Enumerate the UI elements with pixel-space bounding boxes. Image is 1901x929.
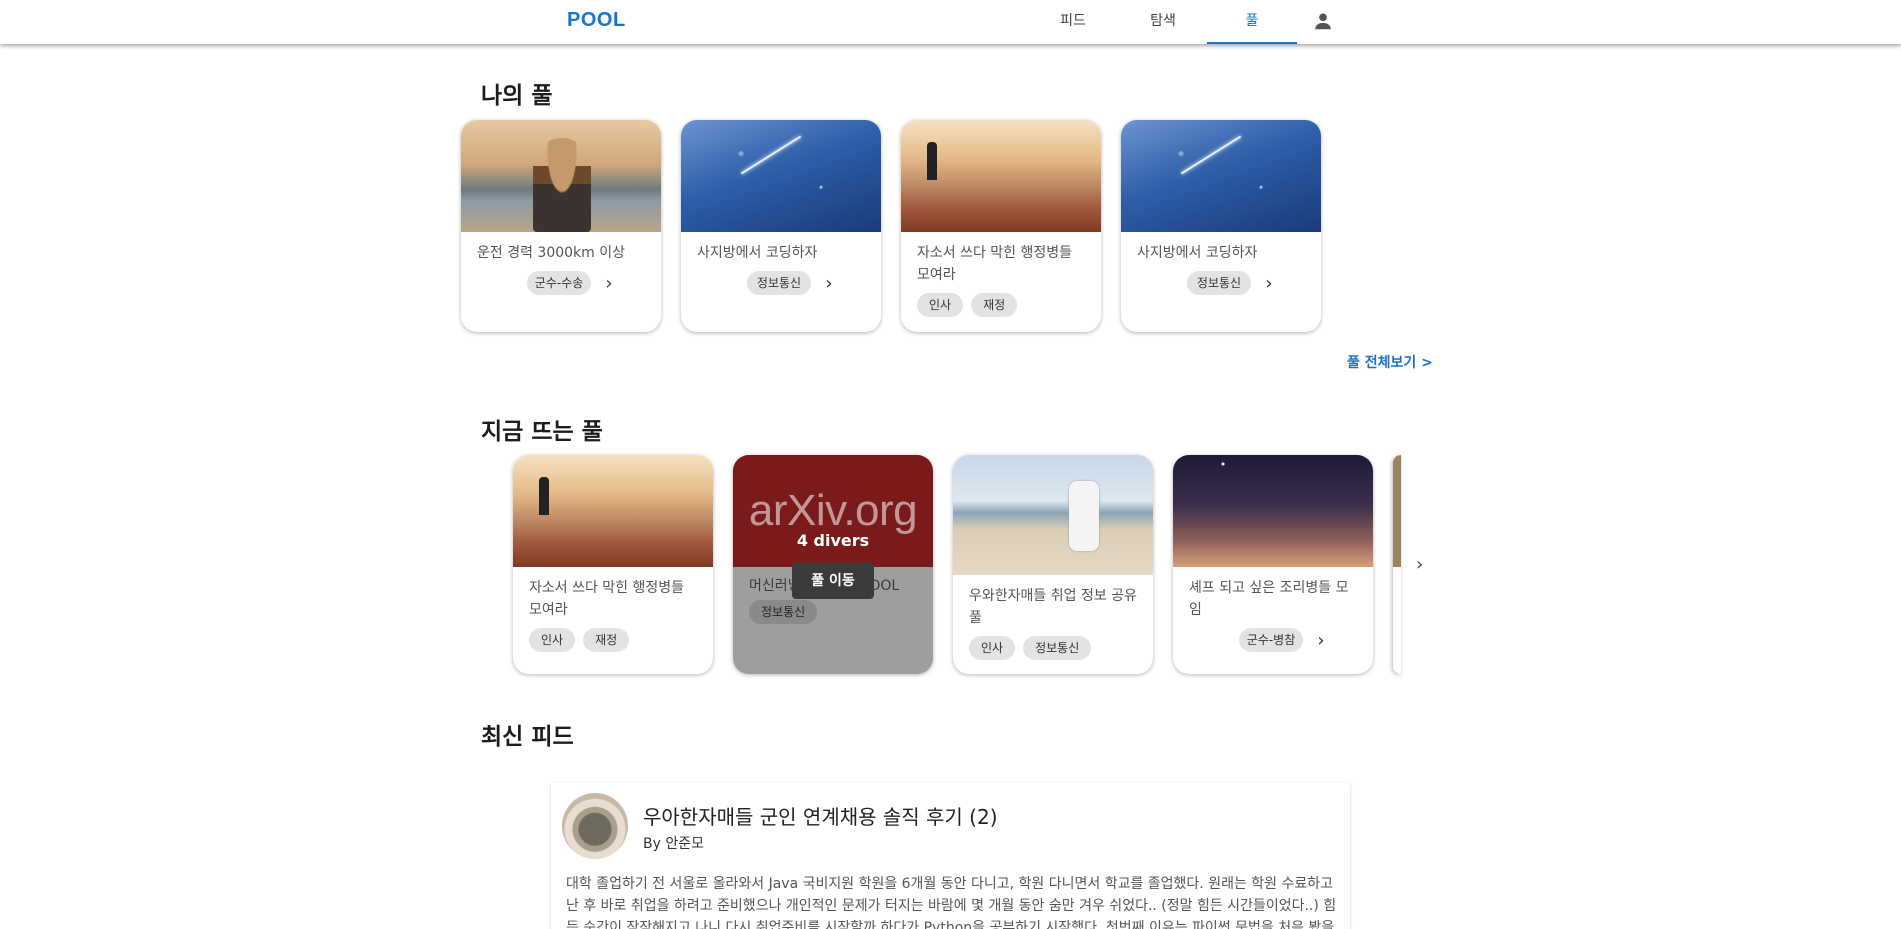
tag-chip: 군수-병참 bbox=[1239, 628, 1303, 652]
chevron-right-icon[interactable]: › bbox=[1311, 630, 1331, 651]
pool-tags: 인사 재정 bbox=[513, 627, 713, 653]
tag-chip: 정보통신 bbox=[1187, 271, 1251, 295]
tag-chip: 인사 bbox=[917, 293, 964, 317]
post-author: By 안준모 bbox=[643, 836, 704, 852]
pool-tags: 정보통신 bbox=[733, 599, 933, 625]
trending-pool-card-hovered[interactable]: arXiv.org 머신러닝 공부하는 POOL 정보통신 4 divers 풀… bbox=[733, 455, 933, 674]
tag-chip: 인사 bbox=[529, 628, 576, 652]
trending-pool-card[interactable]: 우와한자매들 취업 정보 공유 풀 인사 정보통신 bbox=[953, 455, 1153, 674]
pool-thumbnail bbox=[1121, 120, 1321, 232]
tag-chip: 정보통신 bbox=[749, 600, 818, 624]
latest-feed-heading: 최신 피드 bbox=[481, 724, 574, 750]
trending-pool-card[interactable]: 셰프 되고 싶은 조리병들 모임 군수-병참 › bbox=[1173, 455, 1373, 674]
pool-title: 자소서 쓰다 막힌 행정병들 모여라 bbox=[529, 580, 685, 618]
avatar bbox=[562, 793, 628, 859]
trending-pool-card[interactable]: 자소서 쓰다 막힌 행정병들 모여라 인사 재정 bbox=[513, 455, 713, 674]
tag-chip: 군수-수송 bbox=[527, 271, 591, 295]
tab-feed[interactable]: 피드 bbox=[1043, 0, 1103, 44]
chevron-right-icon[interactable]: › bbox=[599, 273, 619, 294]
tag-chip: 정보통신 bbox=[1023, 636, 1092, 660]
pool-tags: 정보통신 › bbox=[705, 270, 881, 296]
pool-tags: 인사 재정 bbox=[901, 292, 1101, 318]
chevron-right-icon[interactable]: › bbox=[1416, 554, 1423, 575]
pool-thumbnail: arXiv.org bbox=[733, 455, 933, 567]
trending-pools-heading: 지금 뜨는 풀 bbox=[481, 419, 603, 445]
pool-title: 셰프 되고 싶은 조리병들 모임 bbox=[1189, 580, 1349, 618]
tag-chip: 재정 bbox=[583, 628, 630, 652]
pool-tags: 군수-병참 › bbox=[1197, 627, 1373, 653]
feed-post-card[interactable]: 우아한자매들 군인 연계채용 솔직 후기 (2) By 안준모 대학 졸업하기 … bbox=[551, 783, 1350, 929]
chevron-right-icon[interactable]: › bbox=[819, 273, 839, 294]
my-pool-card[interactable]: 운전 경력 3000km 이상 군수-수송 › bbox=[461, 120, 661, 332]
see-all-pools-link[interactable]: 풀 전체보기 > bbox=[1347, 352, 1433, 372]
tab-explore[interactable]: 탐색 bbox=[1133, 0, 1193, 44]
top-navbar: POOL 피드 탐색 풀 bbox=[0, 0, 1901, 44]
pool-tags: 정보통신 › bbox=[1145, 270, 1321, 296]
pool-title: 사지방에서 코딩하자 bbox=[1137, 245, 1258, 261]
pool-thumbnail bbox=[681, 120, 881, 232]
pool-tags: 인사 정보통신 bbox=[953, 635, 1153, 661]
pool-title: 우와한자매들 취업 정보 공유 풀 bbox=[969, 588, 1137, 626]
go-to-pool-button[interactable]: 풀 이동 bbox=[792, 563, 874, 599]
pool-thumbnail bbox=[1173, 455, 1373, 567]
pool-title: 자소서 쓰다 막힌 행정병들 모여라 bbox=[917, 245, 1073, 283]
pool-thumbnail bbox=[513, 455, 713, 567]
pool-thumbnail bbox=[953, 455, 1153, 575]
person-icon[interactable] bbox=[1312, 10, 1334, 32]
pool-thumbnail bbox=[461, 120, 661, 232]
trending-pool-card-partial[interactable] bbox=[1393, 455, 1401, 674]
my-pool-card[interactable]: 사지방에서 코딩하자 정보통신 › bbox=[1121, 120, 1321, 332]
tag-chip: 정보통신 bbox=[747, 271, 811, 295]
my-pool-card[interactable]: 사지방에서 코딩하자 정보통신 › bbox=[681, 120, 881, 332]
thumbnail-text: arXiv.org bbox=[748, 486, 918, 535]
tab-pool[interactable]: 풀 bbox=[1207, 0, 1297, 44]
pool-title: 운전 경력 3000km 이상 bbox=[477, 245, 626, 261]
pool-thumbnail bbox=[901, 120, 1101, 232]
pool-title: 사지방에서 코딩하자 bbox=[697, 245, 818, 261]
post-title[interactable]: 우아한자매들 군인 연계채용 솔직 후기 (2) bbox=[643, 801, 998, 830]
my-pool-card[interactable]: 자소서 쓰다 막힌 행정병들 모여라 인사 재정 bbox=[901, 120, 1101, 332]
chevron-right-icon[interactable]: › bbox=[1259, 273, 1279, 294]
app-logo[interactable]: POOL bbox=[567, 9, 626, 32]
pool-tags: 군수-수송 › bbox=[485, 270, 661, 296]
tag-chip: 인사 bbox=[969, 636, 1016, 660]
post-excerpt: 대학 졸업하기 전 서울로 올라와서 Java 국비지원 학원을 6개월 동안 … bbox=[566, 876, 1337, 929]
member-count: 4 divers bbox=[796, 531, 870, 550]
my-pools-heading: 나의 풀 bbox=[481, 83, 553, 109]
tag-chip: 재정 bbox=[971, 293, 1018, 317]
